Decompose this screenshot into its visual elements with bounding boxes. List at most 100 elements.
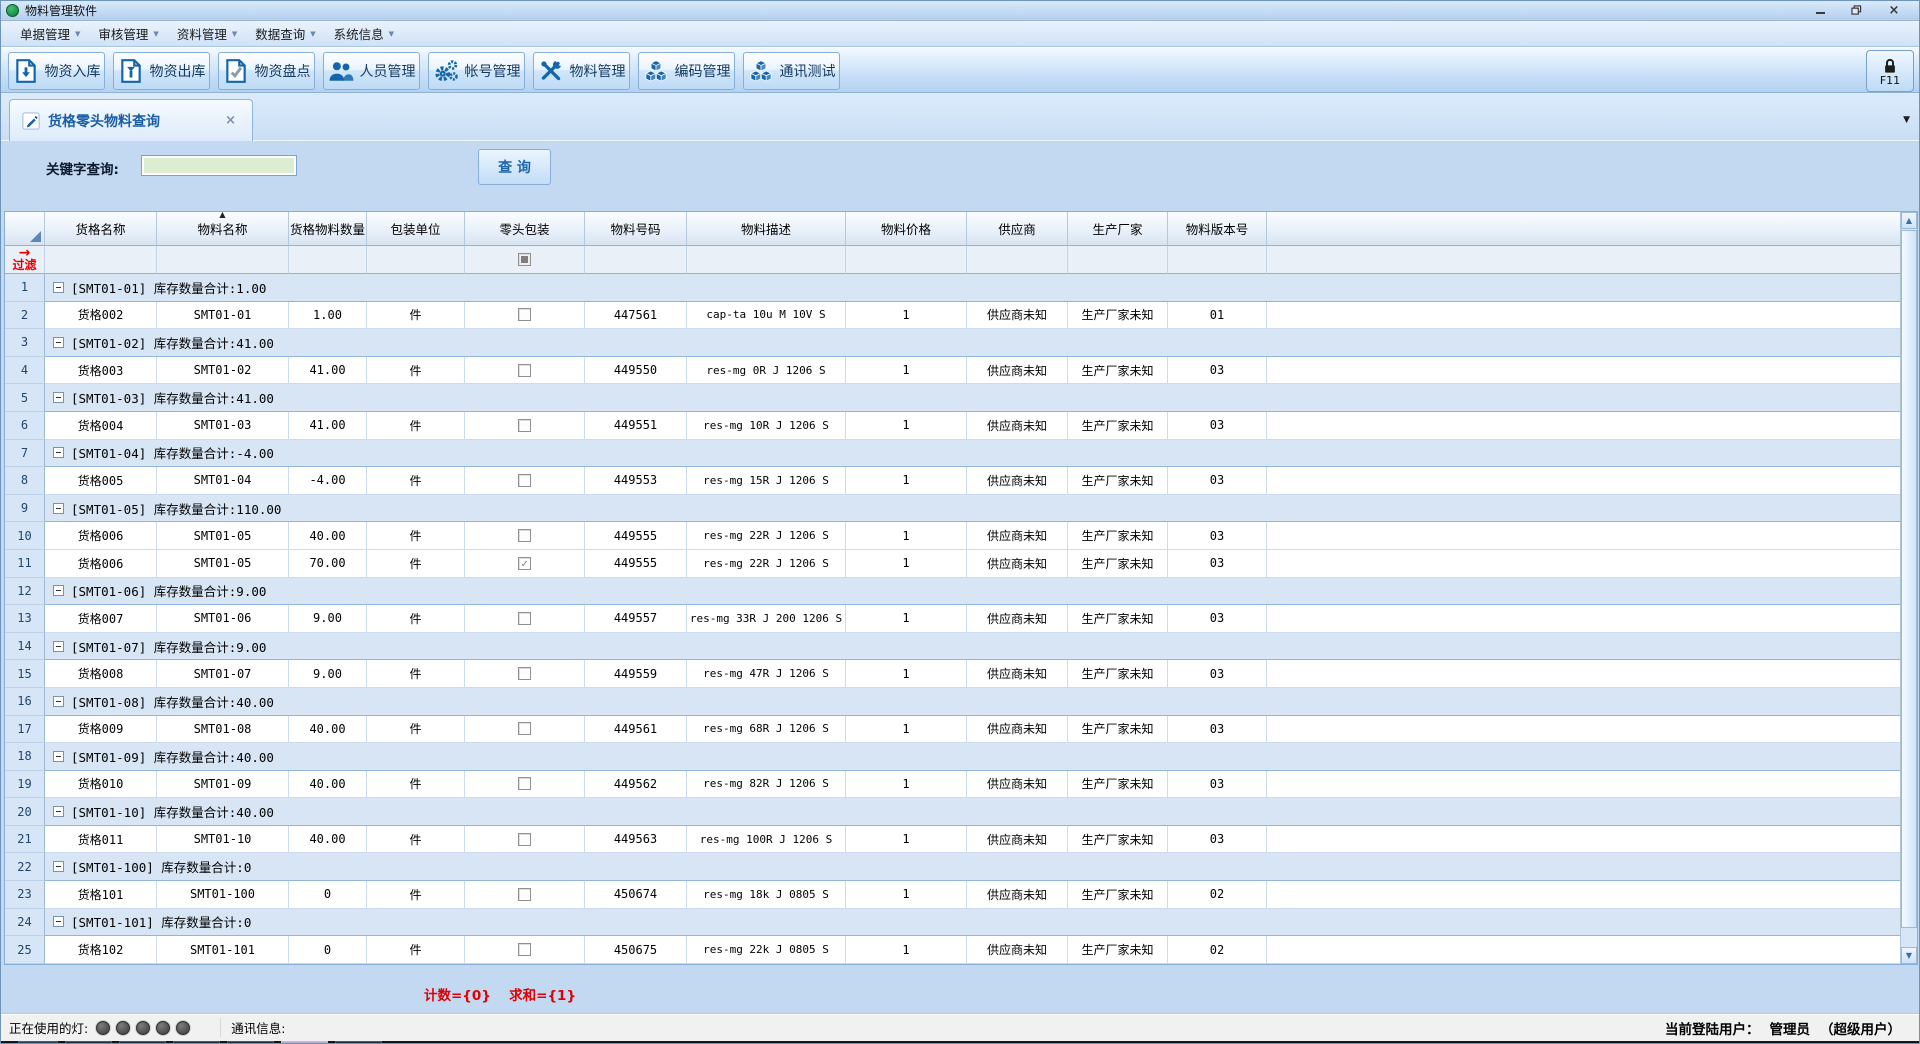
filter-cell-1[interactable] bbox=[157, 246, 289, 274]
table-row[interactable]: 21货格011SMT01-1040.00件449563res-mg 100R J… bbox=[5, 826, 1900, 854]
comm-test-button[interactable]: 通讯测试 bbox=[743, 52, 840, 90]
table-row[interactable]: 8货格005SMT01-04-4.00件449553res-mg 15R J 1… bbox=[5, 467, 1900, 495]
group-row[interactable]: 14[SMT01-07] 库存数量合计:9.00 bbox=[5, 633, 1900, 661]
tab-close-icon[interactable]: × bbox=[225, 113, 240, 128]
filter-cell-4[interactable] bbox=[465, 246, 585, 274]
column-header-2[interactable]: 货格物料数量 bbox=[289, 212, 367, 246]
group-row[interactable]: 7[SMT01-04] 库存数量合计:-4.00 bbox=[5, 440, 1900, 468]
table-row[interactable]: 6货格004SMT01-0341.00件449551res-mg 10R J 1… bbox=[5, 412, 1900, 440]
filter-cell-3[interactable] bbox=[367, 246, 465, 274]
filter-cell-0[interactable] bbox=[45, 246, 157, 274]
collapse-icon[interactable] bbox=[53, 447, 64, 458]
filter-cell-5[interactable] bbox=[585, 246, 687, 274]
collapse-icon[interactable] bbox=[53, 806, 64, 817]
group-row[interactable]: 22[SMT01-100] 库存数量合计:0 bbox=[5, 853, 1900, 881]
column-header-9[interactable]: 生产厂家 bbox=[1068, 212, 1168, 246]
collapse-icon[interactable] bbox=[53, 696, 64, 707]
material-button[interactable]: 物料管理 bbox=[533, 52, 630, 90]
group-row[interactable]: 3[SMT01-02] 库存数量合计:41.00 bbox=[5, 329, 1900, 357]
menu-item-bills[interactable]: 单据管理▼ bbox=[11, 23, 89, 45]
filter-checkbox[interactable] bbox=[518, 253, 531, 266]
restore-button[interactable] bbox=[1843, 2, 1869, 18]
row-checkbox[interactable] bbox=[518, 667, 531, 680]
row-checkbox[interactable] bbox=[518, 308, 531, 321]
group-row[interactable]: 24[SMT01-101] 库存数量合计:0 bbox=[5, 909, 1900, 937]
close-button[interactable]: × bbox=[1881, 2, 1907, 18]
grid-corner-cell[interactable] bbox=[5, 212, 45, 246]
group-row[interactable]: 1[SMT01-01] 库存数量合计:1.00 bbox=[5, 274, 1900, 302]
filter-cell-8[interactable] bbox=[967, 246, 1068, 274]
collapse-icon[interactable] bbox=[53, 282, 64, 293]
collapse-icon[interactable] bbox=[53, 585, 64, 596]
filter-button[interactable]: →过滤 bbox=[5, 246, 45, 274]
group-row[interactable]: 16[SMT01-08] 库存数量合计:40.00 bbox=[5, 688, 1900, 716]
row-checkbox[interactable] bbox=[518, 833, 531, 846]
tab-cargo-slot-query[interactable]: 货格零头物料查询 × bbox=[9, 99, 253, 141]
column-header-3[interactable]: 包装单位 bbox=[367, 212, 465, 246]
coding-button[interactable]: 编码管理 bbox=[638, 52, 735, 90]
lock-f11-button[interactable]: F11 bbox=[1866, 50, 1914, 92]
column-header-1[interactable]: 物料名称▲ bbox=[157, 212, 289, 246]
row-checkbox[interactable] bbox=[518, 557, 531, 570]
group-row[interactable]: 12[SMT01-06] 库存数量合计:9.00 bbox=[5, 578, 1900, 606]
table-row[interactable]: 15货格008SMT01-079.00件449559res-mg 47R J 1… bbox=[5, 660, 1900, 688]
table-row[interactable]: 13货格007SMT01-069.00件449557res-mg 33R J 2… bbox=[5, 605, 1900, 633]
row-checkbox[interactable] bbox=[518, 474, 531, 487]
toolbar-overflow-icon[interactable]: ▼ bbox=[1903, 115, 1910, 125]
column-header-4[interactable]: 零头包装 bbox=[465, 212, 585, 246]
row-checkbox[interactable] bbox=[518, 529, 531, 542]
column-header-10[interactable]: 物料版本号 bbox=[1168, 212, 1267, 246]
collapse-icon[interactable] bbox=[53, 861, 64, 872]
menu-item-data-query[interactable]: 数据查询▼ bbox=[246, 23, 324, 45]
table-row[interactable]: 10货格006SMT01-0540.00件449555res-mg 22R J … bbox=[5, 522, 1900, 550]
menu-item-audit[interactable]: 审核管理▼ bbox=[89, 23, 167, 45]
group-row[interactable]: 9[SMT01-05] 库存数量合计:110.00 bbox=[5, 495, 1900, 523]
filter-cell-9[interactable] bbox=[1068, 246, 1168, 274]
collapse-icon[interactable] bbox=[53, 641, 64, 652]
row-checkbox[interactable] bbox=[518, 722, 531, 735]
collapse-icon[interactable] bbox=[53, 392, 64, 403]
query-button[interactable]: 查 询 bbox=[478, 149, 551, 185]
row-checkbox[interactable] bbox=[518, 888, 531, 901]
collapse-icon[interactable] bbox=[53, 751, 64, 762]
row-checkbox[interactable] bbox=[518, 364, 531, 377]
collapse-icon[interactable] bbox=[53, 916, 64, 927]
scroll-down-icon[interactable]: ▼ bbox=[1901, 947, 1917, 964]
group-row[interactable]: 20[SMT01-10] 库存数量合计:40.00 bbox=[5, 798, 1900, 826]
keyword-search-input[interactable] bbox=[141, 155, 297, 176]
filter-cell-10[interactable] bbox=[1168, 246, 1267, 274]
column-header-8[interactable]: 供应商 bbox=[967, 212, 1068, 246]
column-header-6[interactable]: 物料描述 bbox=[687, 212, 846, 246]
vertical-scrollbar[interactable]: ▲ ▼ bbox=[1900, 212, 1917, 964]
column-header-5[interactable]: 物料号码 bbox=[585, 212, 687, 246]
table-row[interactable]: 11货格006SMT01-0570.00件449555res-mg 22R J … bbox=[5, 550, 1900, 578]
scroll-up-icon[interactable]: ▲ bbox=[1901, 212, 1917, 229]
scrollbar-thumb[interactable] bbox=[1901, 230, 1917, 928]
row-checkbox[interactable] bbox=[518, 419, 531, 432]
minimize-button[interactable] bbox=[1807, 2, 1833, 18]
material-inbound-button[interactable]: 物资入库 bbox=[8, 52, 105, 90]
filter-cell-2[interactable] bbox=[289, 246, 367, 274]
filter-cell-6[interactable] bbox=[687, 246, 846, 274]
personnel-button[interactable]: 人员管理 bbox=[323, 52, 420, 90]
row-checkbox[interactable] bbox=[518, 777, 531, 790]
table-row[interactable]: 25货格102SMT01-1010件450675res-mg 22k J 080… bbox=[5, 936, 1900, 964]
table-row[interactable]: 17货格009SMT01-0840.00件449561res-mg 68R J … bbox=[5, 716, 1900, 744]
collapse-icon[interactable] bbox=[53, 503, 64, 514]
menu-item-system-info[interactable]: 系统信息▼ bbox=[325, 23, 403, 45]
table-row[interactable]: 23货格101SMT01-1000件450674res-mg 18k J 080… bbox=[5, 881, 1900, 909]
collapse-icon[interactable] bbox=[53, 337, 64, 348]
filter-cell-7[interactable] bbox=[846, 246, 967, 274]
table-row[interactable]: 2货格002SMT01-011.00件447561cap-ta 10u M 10… bbox=[5, 302, 1900, 330]
column-header-0[interactable]: 货格名称 bbox=[45, 212, 157, 246]
row-checkbox[interactable] bbox=[518, 943, 531, 956]
group-row[interactable]: 18[SMT01-09] 库存数量合计:40.00 bbox=[5, 743, 1900, 771]
table-row[interactable]: 19货格010SMT01-0940.00件449562res-mg 82R J … bbox=[5, 771, 1900, 799]
row-checkbox[interactable] bbox=[518, 612, 531, 625]
table-row[interactable]: 4货格003SMT01-0241.00件449550res-mg 0R J 12… bbox=[5, 357, 1900, 385]
menu-item-master-data[interactable]: 资料管理▼ bbox=[168, 23, 246, 45]
group-row[interactable]: 5[SMT01-03] 库存数量合计:41.00 bbox=[5, 384, 1900, 412]
material-outbound-button[interactable]: 物资出库 bbox=[113, 52, 210, 90]
stocktake-button[interactable]: 物资盘点 bbox=[218, 52, 315, 90]
column-header-7[interactable]: 物料价格 bbox=[846, 212, 967, 246]
